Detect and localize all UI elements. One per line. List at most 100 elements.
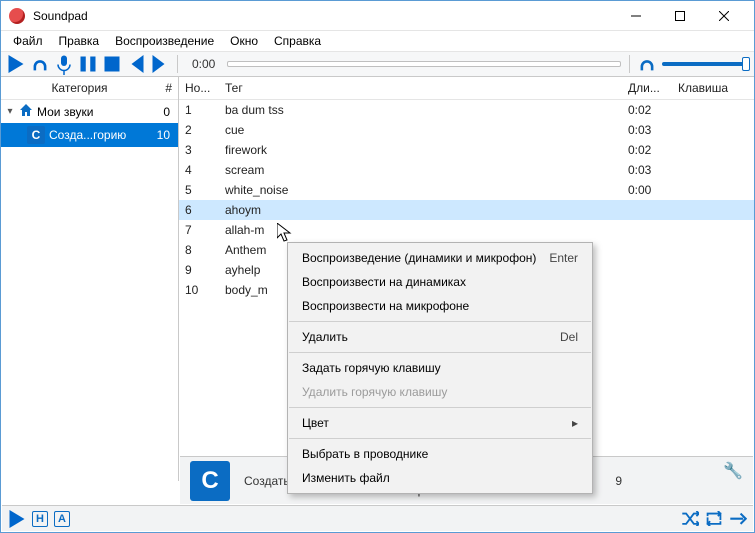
list-row[interactable]: 3firework0:02 [179, 140, 754, 160]
continue-icon[interactable] [729, 510, 747, 528]
row-tag: allah-m [225, 223, 628, 237]
row-duration: 0:03 [628, 163, 678, 177]
row-number: 9 [185, 263, 225, 277]
context-menu-item[interactable]: Выбрать в проводнике [288, 442, 592, 466]
context-item-label: Воспроизвести на микрофоне [302, 299, 578, 313]
col-tag[interactable]: Тег [225, 81, 628, 95]
context-menu-item: Удалить горячую клавишу [288, 380, 592, 404]
counter-value: 9 [615, 474, 622, 488]
row-duration [628, 223, 678, 237]
context-separator [289, 321, 591, 322]
toolbar: 0:00 [1, 51, 754, 77]
row-tag: cue [225, 123, 628, 137]
row-duration: 0:02 [628, 143, 678, 157]
sidebar-item-category[interactable]: C Созда...горию 10 [1, 123, 178, 147]
sidebar-header: Категория # [1, 77, 178, 100]
pause-button[interactable] [79, 55, 97, 73]
row-number: 7 [185, 223, 225, 237]
list-row[interactable]: 6ahoym [179, 200, 754, 220]
prev-button[interactable] [127, 55, 145, 73]
col-duration[interactable]: Дли... [628, 81, 678, 95]
chevron-down-icon[interactable]: ▾ [5, 106, 15, 117]
menubar: Файл Правка Воспроизведение Окно Справка [1, 31, 754, 51]
context-item-label: Цвет [302, 416, 572, 430]
stop-button[interactable] [103, 55, 121, 73]
row-duration: 0:00 [628, 183, 678, 197]
sidebar-root-label: Мои звуки [37, 105, 152, 119]
sidebar-child-label: Созда...горию [49, 128, 152, 142]
status-bar-lower: Н А [2, 505, 753, 531]
row-tag: ahoym [225, 203, 628, 217]
row-number: 2 [185, 123, 225, 137]
row-tag: white_noise [225, 183, 628, 197]
menu-file[interactable]: Файл [7, 32, 49, 50]
sidebar-child-count: 10 [156, 128, 174, 142]
menu-window[interactable]: Окно [224, 32, 264, 50]
context-menu-item[interactable]: УдалитьDel [288, 325, 592, 349]
context-item-label: Воспроизвести на динамиках [302, 275, 578, 289]
close-button[interactable] [702, 2, 746, 30]
menu-edit[interactable]: Правка [53, 32, 106, 50]
row-duration: 0:03 [628, 123, 678, 137]
context-item-shortcut: Enter [549, 251, 578, 265]
wrench-icon[interactable]: 🔧 [723, 457, 743, 481]
playback-time: 0:00 [186, 57, 221, 71]
row-hotkey [678, 263, 748, 277]
context-item-label: Удалить горячую клавишу [302, 385, 578, 399]
row-hotkey [678, 163, 748, 177]
list-row[interactable]: 1ba dum tss0:02 [179, 100, 754, 120]
list-row[interactable]: 5white_noise0:00 [179, 180, 754, 200]
row-number: 1 [185, 103, 225, 117]
progress-bar[interactable] [227, 61, 621, 67]
menu-play[interactable]: Воспроизведение [109, 32, 220, 50]
sidebar-item-root[interactable]: ▾ Мои звуки 0 [1, 100, 178, 123]
volume-headphones-icon[interactable] [638, 55, 656, 73]
row-number: 10 [185, 283, 225, 297]
badge-a[interactable]: А [54, 511, 70, 527]
context-menu-item[interactable]: Цвет▸ [288, 411, 592, 435]
next-button[interactable] [151, 55, 169, 73]
badge-n[interactable]: Н [32, 511, 48, 527]
row-duration [628, 243, 678, 257]
col-number[interactable]: Но... [185, 81, 225, 95]
headphones-icon[interactable] [31, 55, 49, 73]
row-number: 4 [185, 163, 225, 177]
context-separator [289, 407, 591, 408]
menu-help[interactable]: Справка [268, 32, 327, 50]
repeat-icon[interactable] [705, 510, 723, 528]
context-menu-item[interactable]: Воспроизвести на динамиках [288, 270, 592, 294]
mic-icon[interactable] [55, 55, 73, 73]
home-icon [19, 103, 33, 120]
list-row[interactable]: 7allah-m [179, 220, 754, 240]
context-item-label: Изменить файл [302, 471, 578, 485]
chevron-right-icon: ▸ [572, 416, 578, 430]
volume-thumb[interactable] [742, 57, 750, 71]
list-row[interactable]: 4scream0:03 [179, 160, 754, 180]
context-item-label: Задать горячую клавишу [302, 361, 578, 375]
maximize-button[interactable] [658, 2, 702, 30]
context-menu: Воспроизведение (динамики и микрофон)Ent… [287, 242, 593, 494]
window-title: Soundpad [33, 9, 614, 23]
row-hotkey [678, 103, 748, 117]
context-item-shortcut: Del [560, 330, 578, 344]
play-button[interactable] [7, 55, 25, 73]
context-menu-item[interactable]: Изменить файл [288, 466, 592, 490]
col-hotkey[interactable]: Клавиша [678, 81, 748, 95]
row-hotkey [678, 243, 748, 257]
row-duration [628, 283, 678, 297]
category-large-icon: C [190, 461, 230, 501]
sidebar-col-count: # [152, 81, 172, 95]
category-badge-icon: C [27, 126, 45, 144]
play-small-button[interactable] [8, 510, 26, 528]
context-item-label: Выбрать в проводнике [302, 447, 578, 461]
row-tag: firework [225, 143, 628, 157]
minimize-button[interactable] [614, 2, 658, 30]
context-menu-item[interactable]: Задать горячую клавишу [288, 356, 592, 380]
context-item-label: Воспроизведение (динамики и микрофон) [302, 251, 549, 265]
context-menu-item[interactable]: Воспроизведение (динамики и микрофон)Ent… [288, 246, 592, 270]
shuffle-icon[interactable] [681, 510, 699, 528]
context-menu-item[interactable]: Воспроизвести на микрофоне [288, 294, 592, 318]
list-row[interactable]: 2cue0:03 [179, 120, 754, 140]
volume-slider[interactable] [662, 62, 748, 66]
row-number: 6 [185, 203, 225, 217]
